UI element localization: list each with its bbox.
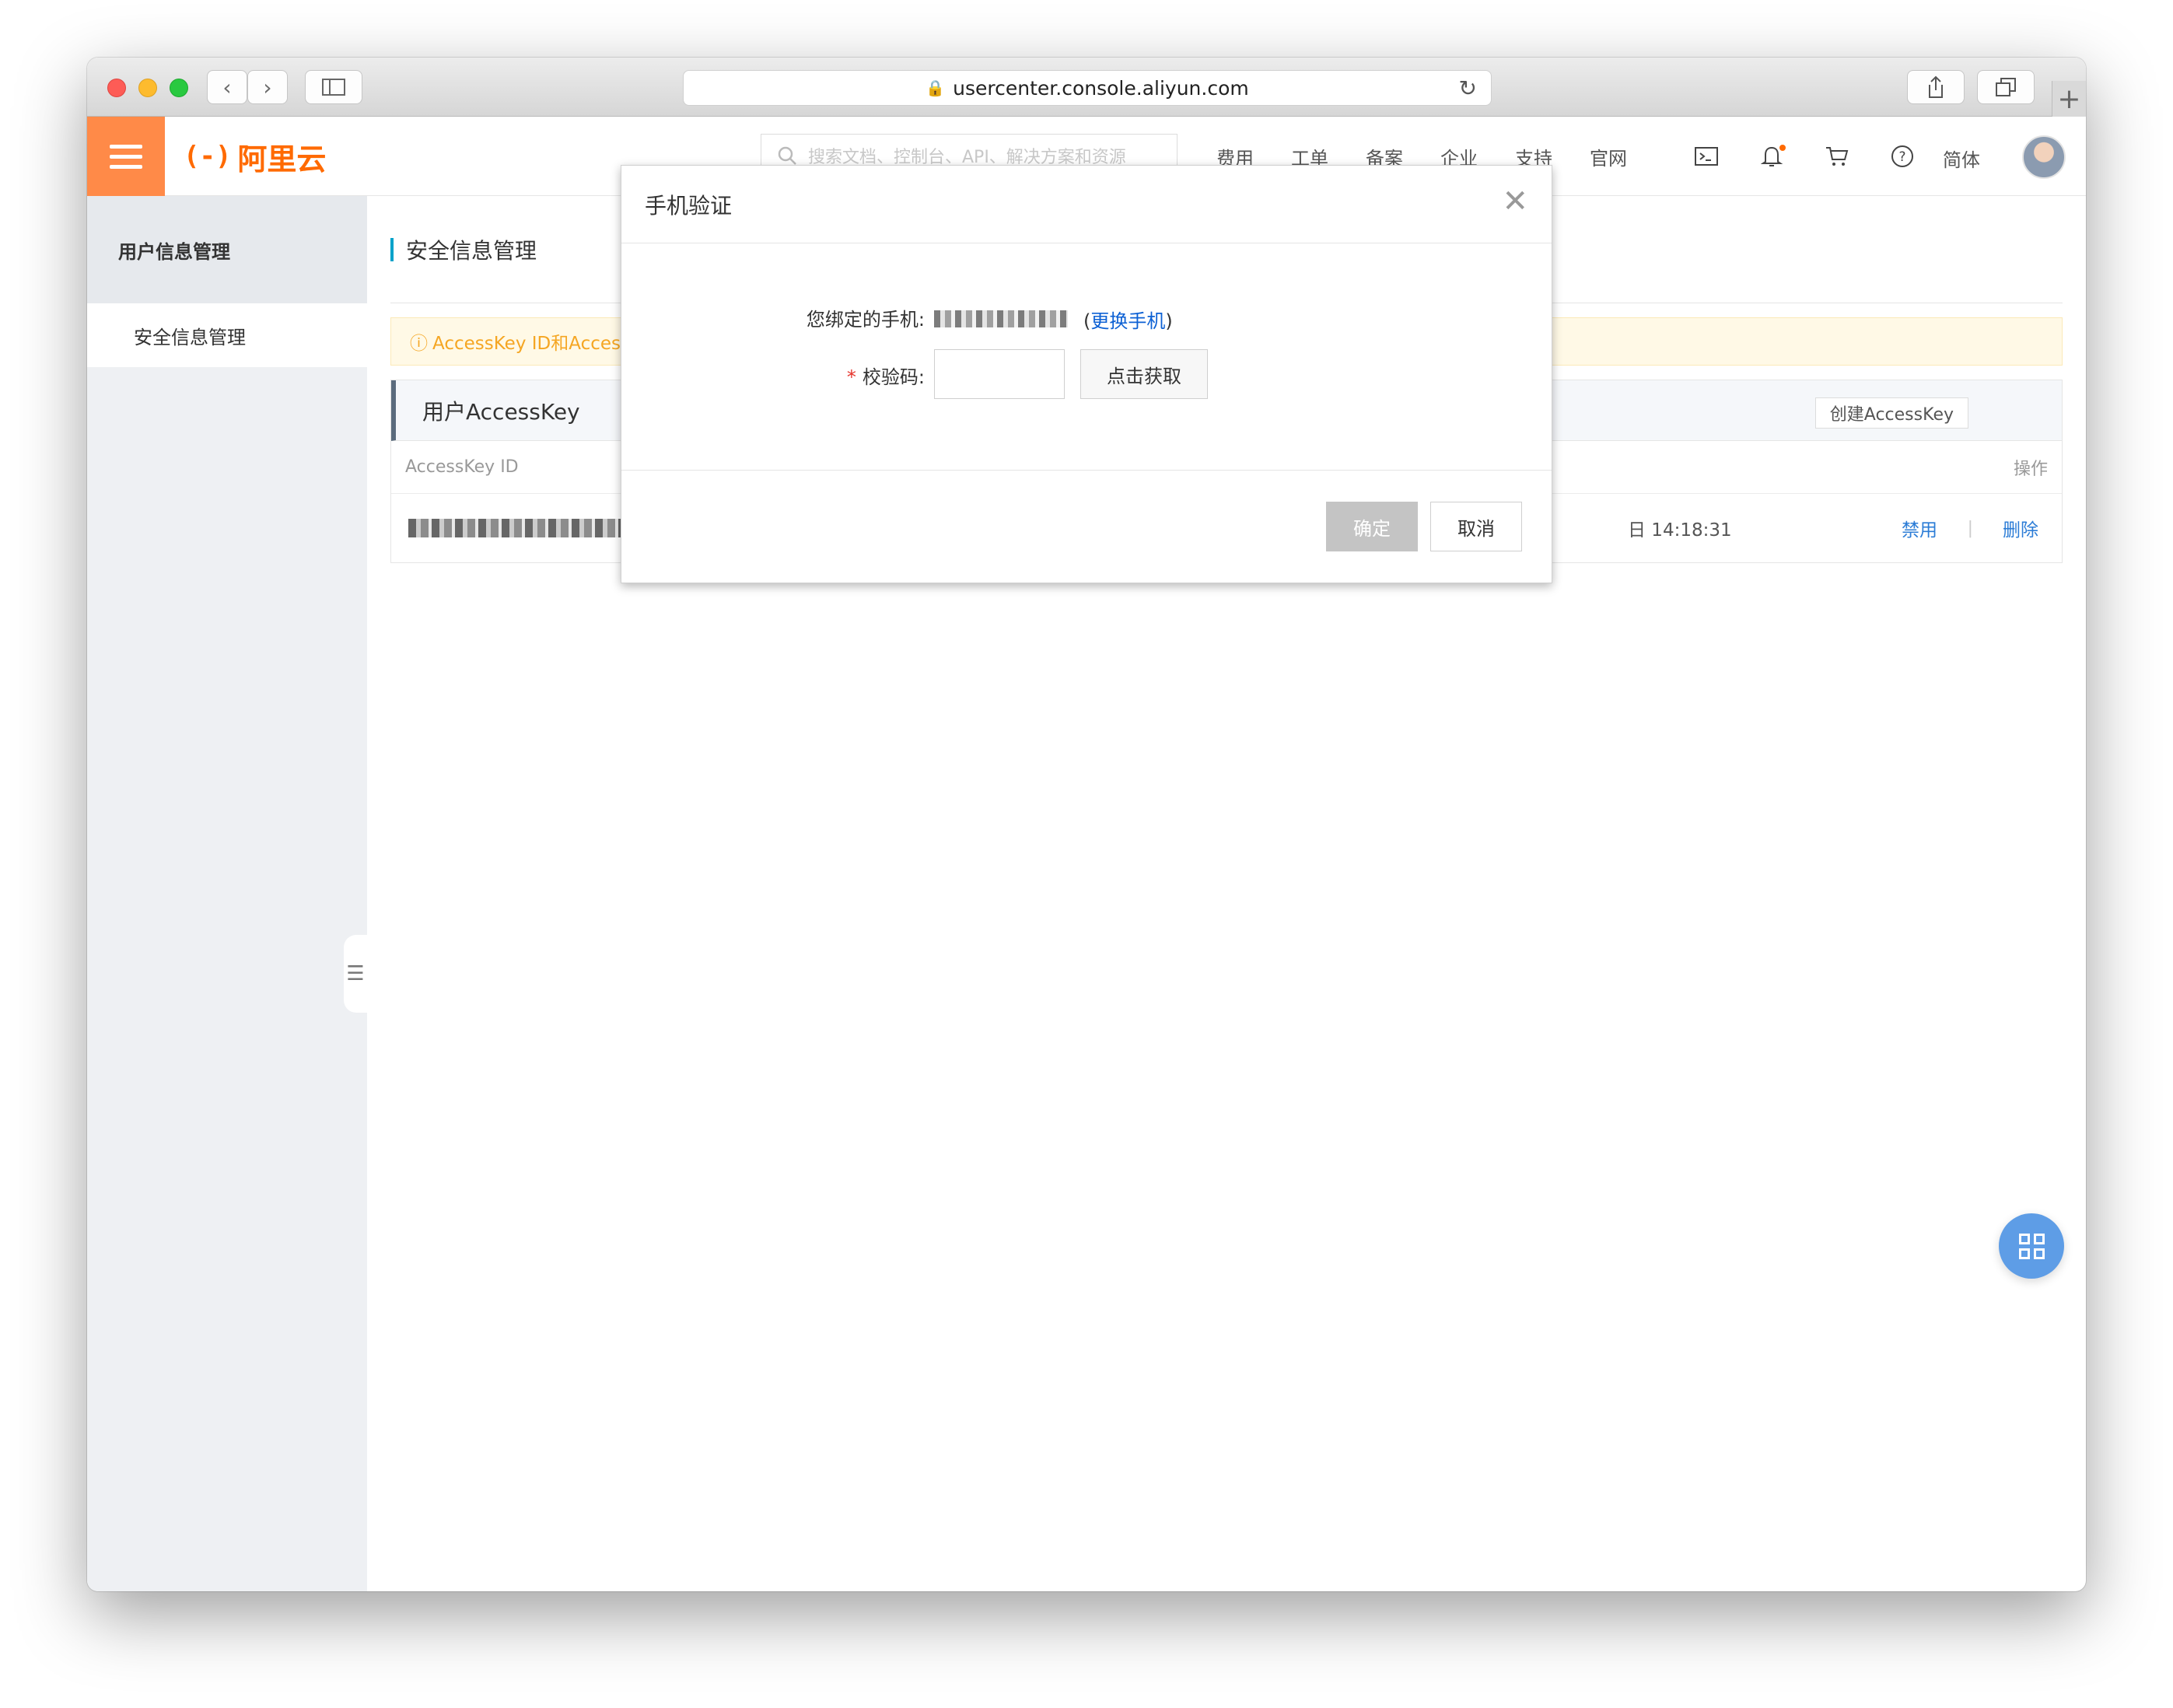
cart-icon[interactable] bbox=[1804, 145, 1870, 167]
cancel-button[interactable]: 取消 bbox=[1430, 502, 1522, 551]
zoom-window-button[interactable] bbox=[170, 79, 188, 97]
search-icon bbox=[778, 146, 796, 165]
create-accesskey-button[interactable]: 创建AccessKey bbox=[1814, 397, 1968, 429]
back-button[interactable]: ‹ bbox=[207, 70, 247, 104]
operation-divider: | bbox=[1967, 518, 1973, 538]
sidebar-item-security-info[interactable]: 安全信息管理 bbox=[87, 303, 367, 367]
notification-dot bbox=[1779, 145, 1786, 151]
forward-button[interactable]: › bbox=[247, 70, 288, 104]
logo-mark: (-) bbox=[184, 141, 232, 172]
sidebar-collapse-handle[interactable]: ☰ bbox=[344, 935, 367, 1013]
terminal-icon[interactable] bbox=[1674, 146, 1739, 166]
dialog-body: 您绑定的手机: (更换手机) * 校验码: 点击获取 bbox=[621, 243, 1552, 471]
warning-icon: ⓘ bbox=[410, 334, 428, 354]
new-tab-button[interactable]: + bbox=[2052, 81, 2086, 117]
dialog-footer: 确定 取消 bbox=[621, 471, 1552, 584]
redacted-accesskey-id bbox=[408, 519, 634, 537]
phone-verification-dialog: 手机验证 ✕ 您绑定的手机: (更换手机) * 校验码: 点击获取 确定 取消 bbox=[621, 165, 1552, 583]
svg-text:?: ? bbox=[1898, 149, 1905, 165]
verification-code-input[interactable] bbox=[934, 349, 1065, 399]
dialog-title: 手机验证 bbox=[645, 192, 733, 219]
grid-icon bbox=[2018, 1233, 2045, 1259]
sidebar-title: 用户信息管理 bbox=[87, 196, 367, 303]
tabs-icon bbox=[1996, 78, 2016, 96]
column-operation: 操作 bbox=[2013, 459, 2048, 479]
collapse-icon: ☰ bbox=[346, 962, 365, 985]
quick-apps-button[interactable] bbox=[1999, 1213, 2064, 1279]
column-accesskey-id: AccessKey ID bbox=[405, 457, 519, 477]
redacted-phone-number bbox=[934, 310, 1068, 327]
browser-toolbar: ‹ › 🔒 usercenter.console.aliyun.com ↻ + bbox=[87, 58, 2086, 117]
sidebar-toggle-button[interactable] bbox=[305, 70, 362, 104]
chevron-right-icon: › bbox=[263, 74, 272, 100]
bound-phone-label: 您绑定的手机: bbox=[806, 309, 925, 331]
sidebar-icon bbox=[322, 79, 345, 96]
warning-text: AccessKey ID和Acces bbox=[432, 334, 621, 354]
avatar[interactable] bbox=[2022, 135, 2066, 179]
help-icon[interactable]: ? bbox=[1870, 145, 1935, 168]
browser-window: ‹ › 🔒 usercenter.console.aliyun.com ↻ + … bbox=[87, 58, 2086, 1591]
lock-icon: 🔒 bbox=[926, 79, 946, 97]
dialog-header: 手机验证 ✕ bbox=[621, 166, 1552, 243]
close-icon[interactable]: ✕ bbox=[1502, 186, 1528, 217]
disable-link[interactable]: 禁用 bbox=[1902, 515, 1937, 541]
address-bar[interactable]: 🔒 usercenter.console.aliyun.com ↻ bbox=[683, 70, 1492, 106]
logo-text: 阿里云 bbox=[237, 142, 327, 177]
url-text: usercenter.console.aliyun.com bbox=[953, 76, 1249, 100]
tabs-overview-button[interactable] bbox=[1977, 70, 2035, 104]
menu-icon[interactable] bbox=[87, 117, 165, 196]
get-code-button[interactable]: 点击获取 bbox=[1080, 349, 1208, 399]
required-mark: * bbox=[846, 366, 856, 388]
close-window-button[interactable] bbox=[107, 79, 126, 97]
language-switch[interactable]: 简体 bbox=[1943, 145, 1980, 172]
verification-code-label: * 校验码: bbox=[691, 362, 925, 389]
header-icons: ? bbox=[1674, 137, 1935, 176]
chevron-left-icon: ‹ bbox=[222, 74, 232, 100]
title-accent-bar bbox=[390, 237, 394, 261]
nav-official-site[interactable]: 官网 bbox=[1590, 143, 1627, 170]
paren-open: ( bbox=[1083, 310, 1091, 332]
minimize-window-button[interactable] bbox=[138, 79, 157, 97]
delete-link[interactable]: 删除 bbox=[2003, 515, 2038, 541]
page-title: 安全信息管理 bbox=[406, 237, 537, 264]
bell-icon[interactable] bbox=[1739, 145, 1804, 168]
code-label-text: 校验码: bbox=[862, 366, 925, 388]
created-time: 日 14:18:31 bbox=[1628, 520, 1732, 541]
confirm-button[interactable]: 确定 bbox=[1326, 502, 1418, 551]
share-button[interactable] bbox=[1907, 70, 1965, 104]
aliyun-logo[interactable]: (-) 阿里云 bbox=[184, 138, 326, 177]
change-phone-wrapper: (更换手机) bbox=[1083, 306, 1173, 333]
share-icon bbox=[1929, 75, 1943, 98]
sidebar: 用户信息管理 安全信息管理 ☰ bbox=[87, 196, 367, 1591]
accesskey-panel-title: 用户AccessKey bbox=[422, 398, 580, 425]
paren-close: ) bbox=[1165, 310, 1173, 332]
reload-icon[interactable]: ↻ bbox=[1459, 75, 1477, 101]
change-phone-link[interactable]: 更换手机 bbox=[1090, 310, 1165, 332]
